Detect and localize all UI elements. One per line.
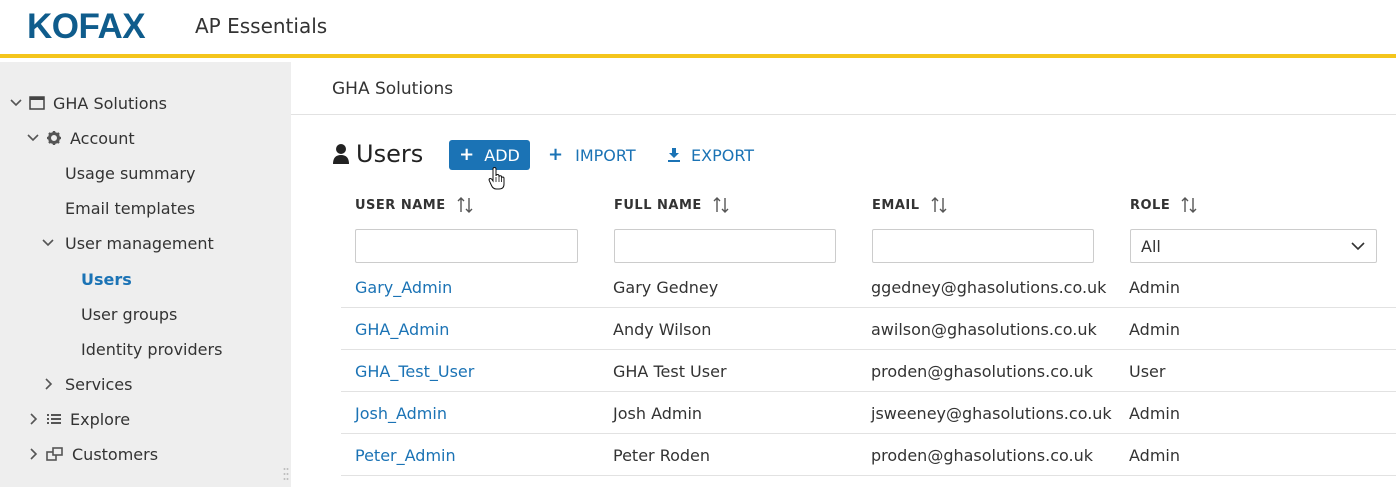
section-header: Users [332,137,423,171]
user-icon [333,144,349,164]
full-name-cell: GHA Test User [613,361,727,381]
table-row[interactable]: GHA_Admin Andy Wilson awilson@ghasolutio… [341,308,1396,350]
sidebar-item-label: Users [81,269,132,289]
chevron-down-icon[interactable] [41,236,55,250]
role-filter-value: All [1141,236,1161,256]
sidebar-item-user-management[interactable]: User management [41,229,214,257]
import-button-label: IMPORT [575,145,636,165]
sidebar-item-gha-solutions[interactable]: GHA Solutions [9,89,167,117]
sidebar-item-label: Identity providers [81,339,223,359]
chevron-right-icon[interactable] [41,377,55,391]
sidebar-item-label: Email templates [65,198,196,218]
column-header-email[interactable]: EMAIL [872,195,948,215]
sort-icon[interactable] [456,196,474,214]
sidebar-item-email-templates[interactable]: Email templates [65,194,195,222]
sidebar-item-users[interactable]: Users [81,265,132,293]
sidebar-item-services[interactable]: Services [41,370,132,398]
role-cell: Admin [1129,319,1180,339]
sidebar-item-identity-providers[interactable]: Identity providers [81,335,222,363]
table-row[interactable]: Gary_Admin Gary Gedney ggedney@ghasoluti… [341,266,1396,308]
window-icon [29,95,45,111]
sidebar-item-usage-summary[interactable]: Usage summary [65,159,195,187]
resize-handle[interactable] [283,466,289,482]
user-name-link[interactable]: GHA_Test_User [355,350,474,392]
column-header-role[interactable]: ROLE [1130,195,1198,215]
sidebar-item-label: Usage summary [65,163,196,183]
user-name-filter-input[interactable] [355,229,578,263]
sort-icon[interactable] [712,196,730,214]
full-name-cell: Peter Roden [613,445,711,465]
email-cell: proden@ghasolutions.co.uk [871,445,1093,465]
email-cell: awilson@ghasolutions.co.uk [871,319,1097,339]
breadcrumb-bar: GHA Solutions [291,62,1396,115]
chevron-down-icon[interactable] [26,131,40,145]
column-header-label: ROLE [1130,197,1171,213]
column-header-user-name[interactable]: USER NAME [355,195,474,215]
sidebar-item-customers[interactable]: Customers [26,440,158,468]
column-header-label: EMAIL [872,197,920,213]
role-filter-select[interactable]: All [1130,229,1377,263]
chevron-right-icon[interactable] [26,412,40,426]
hand-cursor-icon [488,167,505,190]
chevron-right-icon[interactable] [26,447,40,461]
sort-icon[interactable] [930,196,948,214]
main-content: GHA Solutions Users + ADD + IMPORT EXPOR… [291,62,1396,487]
export-button-label: EXPORT [691,145,755,165]
chevron-down-icon [1351,242,1365,251]
sidebar-tree: GHA Solutions Account Usage summary Emai… [0,62,291,487]
customers-icon [46,446,64,462]
page-title: Users [356,140,424,168]
plus-icon: + [548,144,564,165]
email-cell: ggedney@ghasolutions.co.uk [871,277,1107,297]
email-cell: jsweeney@ghasolutions.co.uk [871,403,1112,423]
chevron-down-icon[interactable] [9,96,23,110]
full-name-cell: Josh Admin [613,403,703,423]
column-header-full-name[interactable]: FULL NAME [614,195,730,215]
sidebar-item-label: Account [70,128,135,148]
role-cell: Admin [1129,445,1180,465]
gear-icon [46,130,62,146]
download-icon [668,148,680,162]
import-button[interactable]: + IMPORT [548,140,636,170]
sort-icon[interactable] [1180,196,1198,214]
role-cell: Admin [1129,277,1180,297]
add-button-label: ADD [484,145,520,165]
full-name-cell: Andy Wilson [613,319,712,339]
user-name-link[interactable]: Gary_Admin [355,266,452,308]
role-cell: Admin [1129,403,1180,423]
role-cell: User [1129,361,1166,381]
full-name-cell: Gary Gedney [613,277,719,297]
sidebar-item-label: GHA Solutions [53,93,167,113]
table-row[interactable]: GHA_Test_User GHA Test User proden@ghaso… [341,350,1396,392]
list-icon [46,411,62,427]
email-cell: proden@ghasolutions.co.uk [871,361,1093,381]
column-header-label: FULL NAME [614,197,702,213]
sidebar-item-explore[interactable]: Explore [26,405,130,433]
table-row[interactable]: Josh_Admin Josh Admin jsweeney@ghasoluti… [341,392,1396,434]
breadcrumb: GHA Solutions [332,79,454,99]
app-header: KOFAX AP Essentials [0,0,1396,58]
user-name-link[interactable]: Peter_Admin [355,434,456,476]
sidebar-item-label: Explore [70,409,131,429]
add-button[interactable]: + ADD [449,140,530,170]
app-title: AP Essentials [195,14,328,38]
sidebar-item-label: User groups [81,304,178,324]
email-filter-input[interactable] [872,229,1094,263]
sidebar-item-label: Services [65,374,133,394]
plus-icon: + [459,144,475,165]
sidebar-item-label: User management [65,233,214,253]
table-row[interactable]: Peter_Admin Peter Roden proden@ghasoluti… [341,434,1396,476]
sidebar-item-user-groups[interactable]: User groups [81,300,177,328]
sidebar-item-label: Customers [72,444,159,464]
full-name-filter-input[interactable] [614,229,836,263]
export-button[interactable]: EXPORT [667,140,754,170]
user-name-link[interactable]: Josh_Admin [355,392,447,434]
kofax-logo[interactable]: KOFAX [27,9,146,45]
column-header-label: USER NAME [355,197,446,213]
sidebar-item-account[interactable]: Account [26,124,135,152]
user-name-link[interactable]: GHA_Admin [355,308,449,350]
